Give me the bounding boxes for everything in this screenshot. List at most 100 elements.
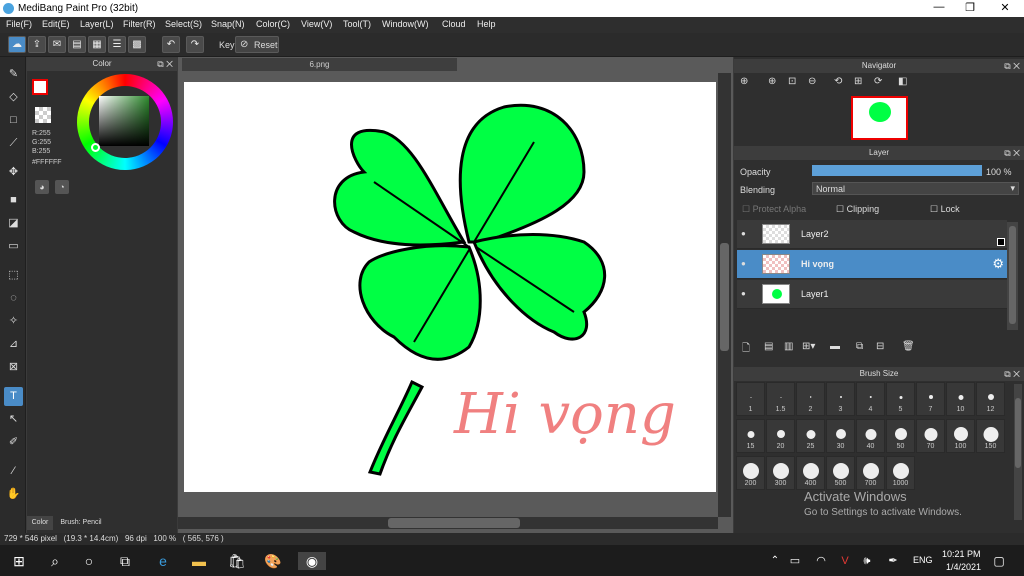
brush-size-cell[interactable]: 500: [826, 456, 855, 490]
magic-wand-icon[interactable]: ✧: [4, 312, 23, 331]
brush-size-cell[interactable]: 70: [916, 419, 945, 453]
brush-size-close-icon[interactable]: ⧉ ✕: [1004, 367, 1020, 381]
palette-alt-icon[interactable]: ◔: [55, 180, 69, 194]
lock-checkbox[interactable]: ☐ Lock: [930, 204, 960, 215]
menu-help[interactable]: Help: [477, 19, 496, 29]
fill-rect-tool-icon[interactable]: ■: [4, 191, 23, 210]
menu-filter[interactable]: Filter(R): [123, 19, 156, 29]
flip-icon[interactable]: ◧: [898, 76, 907, 87]
brush-size-cell[interactable]: 10: [946, 382, 975, 416]
menu-color[interactable]: Color(C): [256, 19, 290, 29]
search-icon[interactable]: ⌕: [46, 552, 64, 570]
rotate-left-icon[interactable]: ⟲: [834, 76, 842, 87]
zoom-out-icon[interactable]: ⊕: [768, 76, 776, 87]
paint-app-icon[interactable]: 🎨: [264, 552, 282, 570]
maximize-button[interactable]: ❐: [955, 1, 985, 14]
brush-size-cell[interactable]: 30: [826, 419, 855, 453]
layer-list-scroll-thumb[interactable]: [1009, 226, 1016, 324]
duplicate-layer-icon[interactable]: ⧉: [856, 341, 863, 352]
clock-time[interactable]: 10:21 PM: [942, 549, 981, 559]
v-app-icon[interactable]: V: [836, 552, 854, 570]
new-layer-icon[interactable]: 🗋: [742, 341, 750, 358]
visibility-icon[interactable]: ●: [741, 289, 746, 298]
menu-layer[interactable]: Layer(L): [80, 19, 114, 29]
menu-window[interactable]: Window(W): [382, 19, 429, 29]
store-icon[interactable]: 🛍: [228, 552, 246, 570]
protect-alpha-checkbox[interactable]: ☐ Protect Alpha: [742, 204, 806, 215]
select-tool-icon[interactable]: ⬚: [4, 266, 23, 285]
edge-browser-icon[interactable]: e: [154, 552, 172, 570]
color-wheel[interactable]: [77, 74, 173, 170]
brush-tool-icon[interactable]: ✎: [4, 65, 23, 84]
operation-tool-icon[interactable]: ↖: [4, 410, 23, 429]
cloud-icon[interactable]: ☁: [8, 36, 26, 53]
brush-size-cell[interactable]: 400: [796, 456, 825, 490]
opacity-slider[interactable]: [812, 165, 982, 176]
move-tool-icon[interactable]: ✥: [4, 163, 23, 182]
brush-size-cell[interactable]: 20: [766, 419, 795, 453]
brush-size-cell[interactable]: 4: [856, 382, 885, 416]
menu-tool[interactable]: Tool(T): [343, 19, 371, 29]
color-picker-handle[interactable]: [91, 143, 100, 152]
layer-row-layer2[interactable]: ● Layer2: [737, 220, 1007, 249]
redo-icon[interactable]: ↷: [186, 36, 204, 53]
tab-brush[interactable]: Brush: Pencil: [55, 516, 107, 530]
new-halftone-layer-icon[interactable]: ▤: [764, 341, 773, 352]
menu-view[interactable]: View(V): [301, 19, 332, 29]
brush-size-cell[interactable]: 700: [856, 456, 885, 490]
layer-row-hi-vong[interactable]: ● Hi vọng ⚙: [737, 250, 1007, 279]
cortana-icon[interactable]: ○: [80, 552, 98, 570]
actual-size-icon[interactable]: ⊞: [854, 76, 862, 87]
foreground-color-swatch[interactable]: [32, 79, 48, 95]
tab-color[interactable]: Color: [27, 516, 53, 530]
hand-tool-icon[interactable]: ✋: [4, 485, 23, 504]
menu-select[interactable]: Select(S): [165, 19, 202, 29]
zoom-in-icon[interactable]: ⊕: [740, 76, 748, 87]
lasso-tool-icon[interactable]: ◌: [4, 289, 23, 308]
visibility-icon[interactable]: ●: [741, 229, 746, 238]
brush-size-scroll-thumb[interactable]: [1015, 398, 1021, 468]
clipping-checkbox[interactable]: ☐ Clipping: [836, 204, 879, 215]
new-8bit-layer-icon[interactable]: ▥: [784, 341, 793, 352]
language-indicator[interactable]: ENG: [913, 555, 933, 565]
gear-icon[interactable]: ⚙: [992, 256, 1004, 272]
share-icon[interactable]: ⇪: [28, 36, 46, 53]
menu-snap[interactable]: Snap(N): [211, 19, 245, 29]
file-explorer-icon[interactable]: ▬: [190, 552, 208, 570]
navigator-close-icon[interactable]: ⧉ ✕: [1004, 59, 1020, 73]
medibang-taskbar-icon[interactable]: ◉: [298, 552, 326, 570]
layer-row-layer1[interactable]: ● Layer1: [737, 280, 1007, 309]
brush-size-cell[interactable]: 150: [976, 419, 1005, 453]
vertical-scrollbar[interactable]: [718, 73, 731, 517]
brush-size-cell[interactable]: 2: [796, 382, 825, 416]
horizontal-scroll-thumb[interactable]: [388, 518, 520, 528]
brush-size-cell[interactable]: 1000: [886, 456, 915, 490]
drawing-canvas[interactable]: Hi vọng: [184, 82, 716, 492]
minimize-button[interactable]: —: [924, 1, 954, 13]
brush-size-cell[interactable]: 1: [736, 382, 765, 416]
volume-icon[interactable]: 🕪: [858, 552, 876, 570]
brush-size-cell[interactable]: 25: [796, 419, 825, 453]
brush-size-cell[interactable]: 7: [916, 382, 945, 416]
undo-icon[interactable]: ↶: [162, 36, 180, 53]
brush-size-cell[interactable]: 40: [856, 419, 885, 453]
rotate-right-icon[interactable]: ⟳: [874, 76, 882, 87]
document-icon[interactable]: ▦: [88, 36, 106, 53]
chat-icon[interactable]: ▤: [68, 36, 86, 53]
visibility-icon[interactable]: ●: [741, 259, 746, 268]
wifi-icon[interactable]: ◠: [812, 552, 830, 570]
brush-size-cell[interactable]: 5: [886, 382, 915, 416]
grid-icon[interactable]: ▩: [128, 36, 146, 53]
comment-icon[interactable]: ✉: [48, 36, 66, 53]
fit-icon[interactable]: ⊡: [788, 76, 796, 87]
layer-close-icon[interactable]: ⧉ ✕: [1004, 146, 1020, 160]
chevron-up-icon[interactable]: ⌃: [766, 552, 784, 570]
task-view-icon[interactable]: ⧉: [116, 552, 134, 570]
menu-cloud[interactable]: Cloud: [442, 19, 466, 29]
shape-tool-icon[interactable]: □: [4, 111, 23, 130]
reset-button[interactable]: ⊘ Reset: [235, 36, 279, 53]
brush-size-cell[interactable]: 100: [946, 419, 975, 453]
brush-size-cell[interactable]: 15: [736, 419, 765, 453]
horizontal-scrollbar[interactable]: [178, 517, 718, 529]
bucket-tool-icon[interactable]: ◪: [4, 214, 23, 233]
